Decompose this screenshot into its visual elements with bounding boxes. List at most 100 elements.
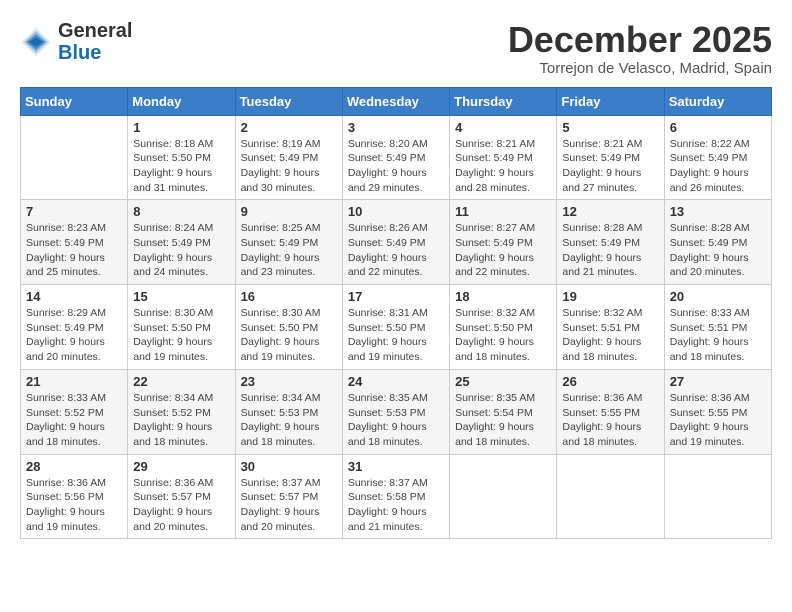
calendar-cell: 6 Sunrise: 8:22 AM Sunset: 5:49 PM Daylig… <box>664 115 771 200</box>
calendar-week-row: 1Sunrise: 8:18 AM Sunset: 5:50 PM Daylig… <box>21 115 772 200</box>
day-number: 17 <box>348 289 444 304</box>
day-number: 4 <box>455 120 551 135</box>
logo-icon <box>20 26 52 58</box>
day-number: 29 <box>133 459 229 474</box>
day-info: Sunrise: 8:19 AM Sunset: 5:49 PM Dayligh… <box>241 137 337 196</box>
day-info: Sunrise: 8:34 AM Sunset: 5:53 PM Dayligh… <box>241 391 337 450</box>
day-number: 23 <box>241 374 337 389</box>
calendar-cell <box>557 454 664 539</box>
calendar-cell: 31Sunrise: 8:37 AM Sunset: 5:58 PM Dayli… <box>342 454 449 539</box>
calendar-day-header: Sunday <box>21 87 128 115</box>
calendar-cell: 9Sunrise: 8:25 AM Sunset: 5:49 PM Daylig… <box>235 200 342 285</box>
day-number: 10 <box>348 204 444 219</box>
day-number: 9 <box>241 204 337 219</box>
calendar-cell: 3Sunrise: 8:20 AM Sunset: 5:49 PM Daylig… <box>342 115 449 200</box>
day-info: Sunrise: 8:36 AM Sunset: 5:55 PM Dayligh… <box>670 391 766 450</box>
calendar-cell <box>664 454 771 539</box>
calendar-cell: 15 Sunrise: 8:30 AM Sunset: 5:50 PM Dayli… <box>128 285 235 370</box>
day-info: Sunrise: 8:33 AM Sunset: 5:51 PM Dayligh… <box>670 306 766 365</box>
day-number: 19 <box>562 289 658 304</box>
logo-blue: Blue <box>58 42 101 64</box>
calendar-cell: 10 Sunrise: 8:26 AM Sunset: 5:49 PM Dayli… <box>342 200 449 285</box>
calendar-cell: 25 Sunrise: 8:35 AM Sunset: 5:54 PM Dayli… <box>450 369 557 454</box>
calendar-cell: 12Sunrise: 8:28 AM Sunset: 5:49 PM Dayli… <box>557 200 664 285</box>
day-info: Sunrise: 8:35 AM Sunset: 5:54 PM Dayligh… <box>455 391 551 450</box>
day-number: 27 <box>670 374 766 389</box>
day-info: Sunrise: 8:29 AM Sunset: 5:49 PM Dayligh… <box>26 306 122 365</box>
day-info: Sunrise: 8:30 AM Sunset: 5:50 PM Dayligh… <box>241 306 337 365</box>
day-number: 13 <box>670 204 766 219</box>
calendar-day-header: Monday <box>128 87 235 115</box>
day-number: 25 <box>455 374 551 389</box>
calendar-week-row: 7 Sunrise: 8:23 AM Sunset: 5:49 PM Daylig… <box>21 200 772 285</box>
calendar-week-row: 21Sunrise: 8:33 AM Sunset: 5:52 PM Dayli… <box>21 369 772 454</box>
day-info: Sunrise: 8:18 AM Sunset: 5:50 PM Dayligh… <box>133 137 229 196</box>
logo-general: General <box>58 20 132 42</box>
day-info: Sunrise: 8:21 AM Sunset: 5:49 PM Dayligh… <box>562 137 658 196</box>
calendar-cell: 22 Sunrise: 8:34 AM Sunset: 5:52 PM Dayli… <box>128 369 235 454</box>
calendar-cell: 18Sunrise: 8:32 AM Sunset: 5:50 PM Dayli… <box>450 285 557 370</box>
day-info: Sunrise: 8:30 AM Sunset: 5:50 PM Dayligh… <box>133 306 229 365</box>
day-info: Sunrise: 8:36 AM Sunset: 5:55 PM Dayligh… <box>562 391 658 450</box>
calendar-cell <box>21 115 128 200</box>
day-number: 16 <box>241 289 337 304</box>
day-info: Sunrise: 8:24 AM Sunset: 5:49 PM Dayligh… <box>133 221 229 280</box>
day-number: 26 <box>562 374 658 389</box>
calendar-cell: 19 Sunrise: 8:32 AM Sunset: 5:51 PM Dayli… <box>557 285 664 370</box>
day-number: 3 <box>348 120 444 135</box>
calendar-cell: 17 Sunrise: 8:31 AM Sunset: 5:50 PM Dayli… <box>342 285 449 370</box>
calendar-cell: 14 Sunrise: 8:29 AM Sunset: 5:49 PM Dayli… <box>21 285 128 370</box>
logo: General Blue <box>20 20 132 64</box>
day-info: Sunrise: 8:26 AM Sunset: 5:49 PM Dayligh… <box>348 221 444 280</box>
day-number: 2 <box>241 120 337 135</box>
day-number: 7 <box>26 204 122 219</box>
calendar-cell: 21Sunrise: 8:33 AM Sunset: 5:52 PM Dayli… <box>21 369 128 454</box>
location: Torrejon de Velasco, Madrid, Spain <box>508 60 772 77</box>
day-info: Sunrise: 8:32 AM Sunset: 5:50 PM Dayligh… <box>455 306 551 365</box>
day-info: Sunrise: 8:21 AM Sunset: 5:49 PM Dayligh… <box>455 137 551 196</box>
calendar-cell: 26 Sunrise: 8:36 AM Sunset: 5:55 PM Dayli… <box>557 369 664 454</box>
calendar-cell: 24 Sunrise: 8:35 AM Sunset: 5:53 PM Dayli… <box>342 369 449 454</box>
day-info: Sunrise: 8:36 AM Sunset: 5:56 PM Dayligh… <box>26 476 122 535</box>
day-info: Sunrise: 8:35 AM Sunset: 5:53 PM Dayligh… <box>348 391 444 450</box>
day-number: 5 <box>562 120 658 135</box>
calendar-day-header: Thursday <box>450 87 557 115</box>
calendar-header-row: SundayMondayTuesdayWednesdayThursdayFrid… <box>21 87 772 115</box>
title-block: December 2025 Torrejon de Velasco, Madri… <box>508 20 772 77</box>
calendar-cell: 23 Sunrise: 8:34 AM Sunset: 5:53 PM Dayli… <box>235 369 342 454</box>
day-number: 14 <box>26 289 122 304</box>
calendar-cell <box>450 454 557 539</box>
day-number: 22 <box>133 374 229 389</box>
calendar-cell: 27 Sunrise: 8:36 AM Sunset: 5:55 PM Dayli… <box>664 369 771 454</box>
day-number: 11 <box>455 204 551 219</box>
day-info: Sunrise: 8:27 AM Sunset: 5:49 PM Dayligh… <box>455 221 551 280</box>
page-header: General Blue December 2025 Torrejon de V… <box>20 20 772 77</box>
day-number: 24 <box>348 374 444 389</box>
calendar-cell: 7 Sunrise: 8:23 AM Sunset: 5:49 PM Daylig… <box>21 200 128 285</box>
day-number: 6 <box>670 120 766 135</box>
month-title: December 2025 <box>508 20 772 60</box>
day-number: 20 <box>670 289 766 304</box>
calendar-cell: 13 Sunrise: 8:28 AM Sunset: 5:49 PM Dayli… <box>664 200 771 285</box>
calendar-cell: 28Sunrise: 8:36 AM Sunset: 5:56 PM Dayli… <box>21 454 128 539</box>
day-info: Sunrise: 8:31 AM Sunset: 5:50 PM Dayligh… <box>348 306 444 365</box>
calendar-cell: 29Sunrise: 8:36 AM Sunset: 5:57 PM Dayli… <box>128 454 235 539</box>
calendar-cell: 5 Sunrise: 8:21 AM Sunset: 5:49 PM Daylig… <box>557 115 664 200</box>
calendar-cell: 16 Sunrise: 8:30 AM Sunset: 5:50 PM Dayli… <box>235 285 342 370</box>
calendar-cell: 1Sunrise: 8:18 AM Sunset: 5:50 PM Daylig… <box>128 115 235 200</box>
calendar-day-header: Wednesday <box>342 87 449 115</box>
day-number: 30 <box>241 459 337 474</box>
calendar-cell: 20 Sunrise: 8:33 AM Sunset: 5:51 PM Dayli… <box>664 285 771 370</box>
day-info: Sunrise: 8:32 AM Sunset: 5:51 PM Dayligh… <box>562 306 658 365</box>
calendar-cell: 2 Sunrise: 8:19 AM Sunset: 5:49 PM Daylig… <box>235 115 342 200</box>
day-info: Sunrise: 8:23 AM Sunset: 5:49 PM Dayligh… <box>26 221 122 280</box>
day-number: 15 <box>133 289 229 304</box>
calendar-cell: 4 Sunrise: 8:21 AM Sunset: 5:49 PM Daylig… <box>450 115 557 200</box>
day-number: 12 <box>562 204 658 219</box>
day-info: Sunrise: 8:22 AM Sunset: 5:49 PM Dayligh… <box>670 137 766 196</box>
calendar-table: SundayMondayTuesdayWednesdayThursdayFrid… <box>20 87 772 540</box>
day-info: Sunrise: 8:28 AM Sunset: 5:49 PM Dayligh… <box>670 221 766 280</box>
day-info: Sunrise: 8:33 AM Sunset: 5:52 PM Dayligh… <box>26 391 122 450</box>
day-info: Sunrise: 8:34 AM Sunset: 5:52 PM Dayligh… <box>133 391 229 450</box>
logo-text: General Blue <box>58 20 132 64</box>
